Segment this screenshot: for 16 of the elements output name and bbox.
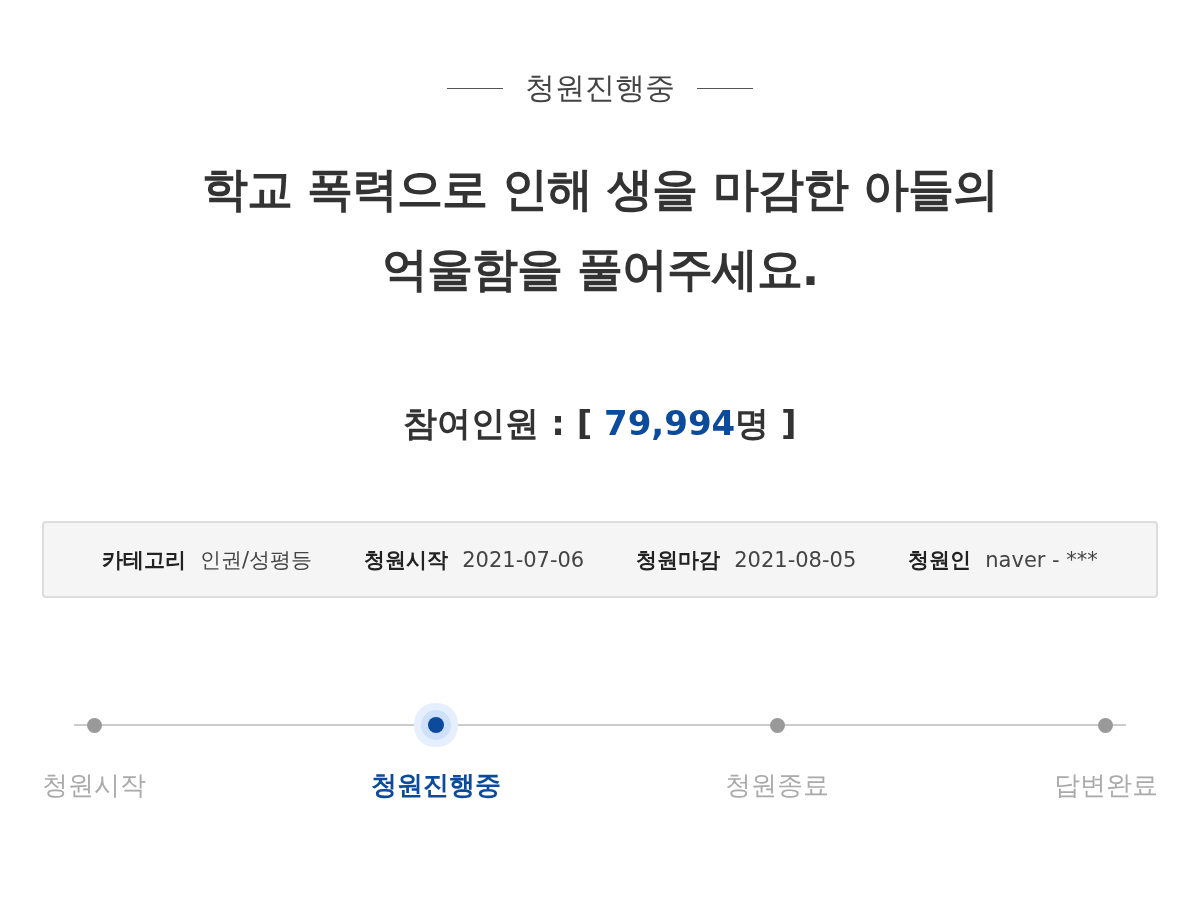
petition-title: 억울함을 풀어주세요.	[381, 241, 819, 298]
step-label: 답변완료	[1053, 769, 1158, 802]
status-heading: 청원진행중	[525, 69, 675, 107]
info-label: 카테고리	[102, 546, 187, 574]
info-value: 2021-07-06	[462, 547, 585, 572]
info-label: 청원시작	[364, 546, 449, 574]
participant-count: 참여인원 : [ 79,994명 ]	[402, 402, 798, 445]
step-label: 청원시작	[42, 769, 146, 802]
info-label: 청원인	[908, 546, 972, 574]
petition-title: 학교 폭력으로 인해 생을 마감한 아들의	[202, 161, 998, 218]
step-label: 청원진행중	[370, 769, 501, 802]
info-value: 2021-08-05	[734, 547, 857, 572]
info-value: 인권/성평등	[200, 546, 313, 574]
step-label: 청원종료	[725, 769, 830, 802]
info-label: 청원마감	[636, 546, 721, 574]
info-value: naver - ***	[985, 547, 1098, 572]
